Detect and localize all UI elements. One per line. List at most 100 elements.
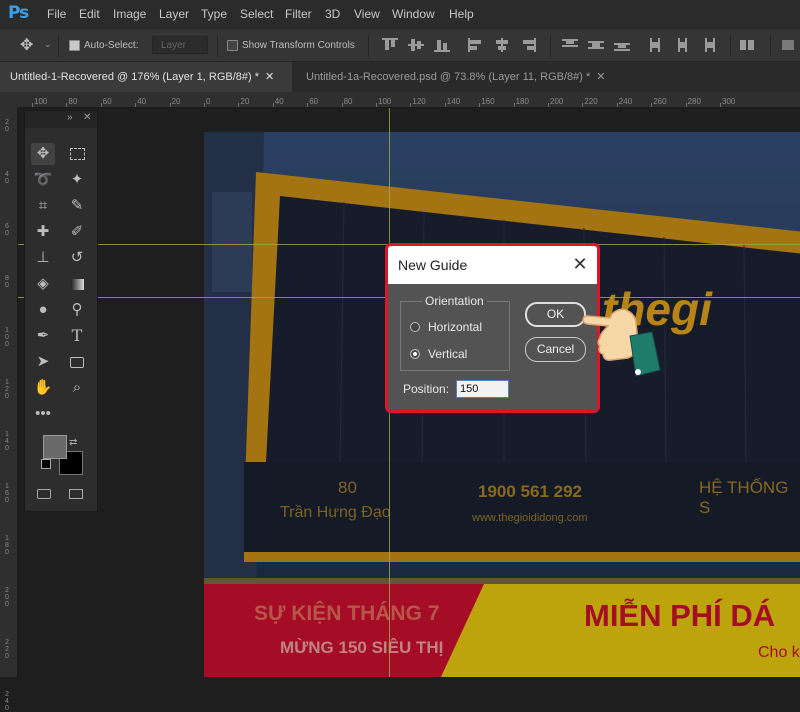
blur-tool-icon[interactable]: ● [31,299,55,321]
align-top-icon[interactable] [382,38,398,52]
distribute-top-icon[interactable] [562,38,578,52]
horizontal-ruler[interactable]: 100 80 60 40 20 0 20 40 60 80 100 120 140 160 180 200 22… [18,92,800,108]
zoom-tool-icon[interactable]: ⌕ [65,377,89,399]
distribute-right-icon[interactable] [700,38,716,52]
lasso-tool-icon[interactable]: ➰ [31,169,55,191]
tab-untitled-1-recovered[interactable]: Untitled-1-Recovered @ 176% (Layer 1, RG… [0,62,292,92]
default-colors-icon[interactable] [41,459,51,469]
pen-tool-icon[interactable]: ✒ [31,325,55,347]
magic-wand-tool-icon[interactable]: ✦ [65,169,89,191]
ruler-tick [66,103,68,107]
align-vcenter-icon[interactable] [408,38,424,52]
ruler-tick-label: 100 [34,97,48,106]
dodge-tool-icon[interactable]: ⚲ [65,299,89,321]
menu-3d[interactable]: 3D [325,7,340,21]
hand-tool-icon[interactable]: ✋ [31,377,55,399]
chevron-down-icon[interactable]: ⌄ [44,39,52,50]
ruler-tick [513,103,515,107]
vertical-ruler[interactable]: 20 40 60 80 100 120 140 160 180 200 220 240 [0,107,18,712]
ruler-tick [169,103,171,107]
crop-tool-icon[interactable]: ⌗ [31,195,55,217]
menu-view[interactable]: View [354,7,380,21]
healing-brush-tool-icon[interactable]: ✚ [31,221,55,243]
menu-window[interactable]: Window [392,7,435,21]
ruler-origin[interactable] [0,92,18,107]
show-transform-checkbox[interactable] [227,40,238,51]
align-left-icon[interactable] [468,38,484,52]
distribute-left-icon[interactable] [648,38,664,52]
ruler-tick-label: 100 [378,97,392,106]
menu-select[interactable]: Select [240,7,273,21]
ruler-tick-label: 140 [446,97,461,106]
tools-panel-header[interactable]: » ✕ [25,111,97,128]
auto-select-dropdown[interactable]: Layer [152,36,208,54]
align-bottom-icon[interactable] [434,38,450,52]
dialog-title-bar[interactable]: New Guide ✕ [388,246,597,284]
ruler-tick-label: 100 [5,327,9,348]
type-tool-icon[interactable]: T [65,325,89,347]
menu-file[interactable]: File [47,7,66,21]
align-hcenter-icon[interactable] [494,38,510,52]
show-transform-label: Show Transform Controls [242,40,355,51]
tab-label: Untitled-1-Recovered @ 176% (Layer 1, RG… [10,71,259,83]
menu-help[interactable]: Help [449,7,474,21]
vertical-radio[interactable] [410,349,420,359]
menu-filter[interactable]: Filter [285,7,312,21]
close-icon[interactable]: ✕ [596,71,605,83]
document-tab-bar: Untitled-1-Recovered @ 176% (Layer 1, RG… [0,62,800,92]
distribute-vcenter-icon[interactable] [588,38,604,52]
align-right-icon[interactable] [520,38,536,52]
ruler-tick [479,103,481,107]
ruler-tick-label: 60 [309,97,319,106]
3d-mode-icon[interactable] [782,38,798,52]
rectangle-tool-icon[interactable] [65,351,89,373]
horizontal-radio[interactable] [410,322,420,332]
foreground-color-swatch[interactable] [43,435,67,459]
eyedropper-tool-icon[interactable]: ✎ [65,195,89,217]
ruler-tick-label: 160 [5,483,9,504]
ruler-tick [616,103,618,107]
collapse-icon[interactable]: » [67,112,73,123]
marquee-tool-icon[interactable] [65,143,89,165]
more-tools-icon[interactable]: ••• [31,403,55,425]
distribute-hcenter-icon[interactable] [674,38,690,52]
clone-stamp-tool-icon[interactable]: ⊥ [31,247,55,269]
auto-align-icon[interactable] [740,38,756,52]
brush-tool-icon[interactable]: ✐ [65,221,89,243]
menu-image[interactable]: Image [113,7,146,21]
ruler-tick-label: 80 [343,97,353,106]
cancel-button[interactable]: Cancel [525,337,586,362]
position-input[interactable]: 150 [456,380,509,398]
ruler-tick [410,103,412,107]
close-icon[interactable]: ✕ [568,252,592,276]
history-brush-tool-icon[interactable]: ↺ [65,247,89,269]
eraser-tool-icon[interactable]: ◈ [31,273,55,295]
ruler-tick-label: 220 [584,97,598,106]
move-tool-icon[interactable]: ✥ [31,143,55,165]
ruler-tick-label: 120 [412,97,426,106]
ruler-tick [444,103,446,107]
ruler-tick [204,103,205,107]
ok-button[interactable]: OK [525,302,586,327]
screen-mode-icon[interactable] [69,489,83,499]
ruler-tick [376,103,377,107]
move-tool-icon[interactable]: ✥ [20,35,33,55]
distribute-bottom-icon[interactable] [614,38,630,52]
ruler-tick-label: 40 [274,97,284,106]
close-icon[interactable]: ✕ [83,112,91,123]
menu-edit[interactable]: Edit [79,7,100,21]
path-selection-tool-icon[interactable]: ➤ [31,351,55,373]
ruler-tick-label: 80 [5,275,9,289]
ruler-tick [720,103,721,107]
menu-layer[interactable]: Layer [159,7,189,21]
tab-untitled-1a-recovered[interactable]: Untitled-1a-Recovered.psd @ 73.8% (Layer… [292,62,632,92]
quick-mask-icon[interactable] [37,489,51,499]
ruler-tick-label: 160 [481,97,495,106]
swap-colors-icon[interactable]: ⇄ [69,437,77,448]
gradient-tool-icon[interactable] [65,273,89,295]
menu-type[interactable]: Type [201,7,227,21]
close-icon[interactable]: ✕ [265,71,274,83]
auto-select-checkbox[interactable] [69,40,80,51]
dialog-title: New Guide [398,257,468,273]
ruler-tick-label: 140 [5,431,9,452]
